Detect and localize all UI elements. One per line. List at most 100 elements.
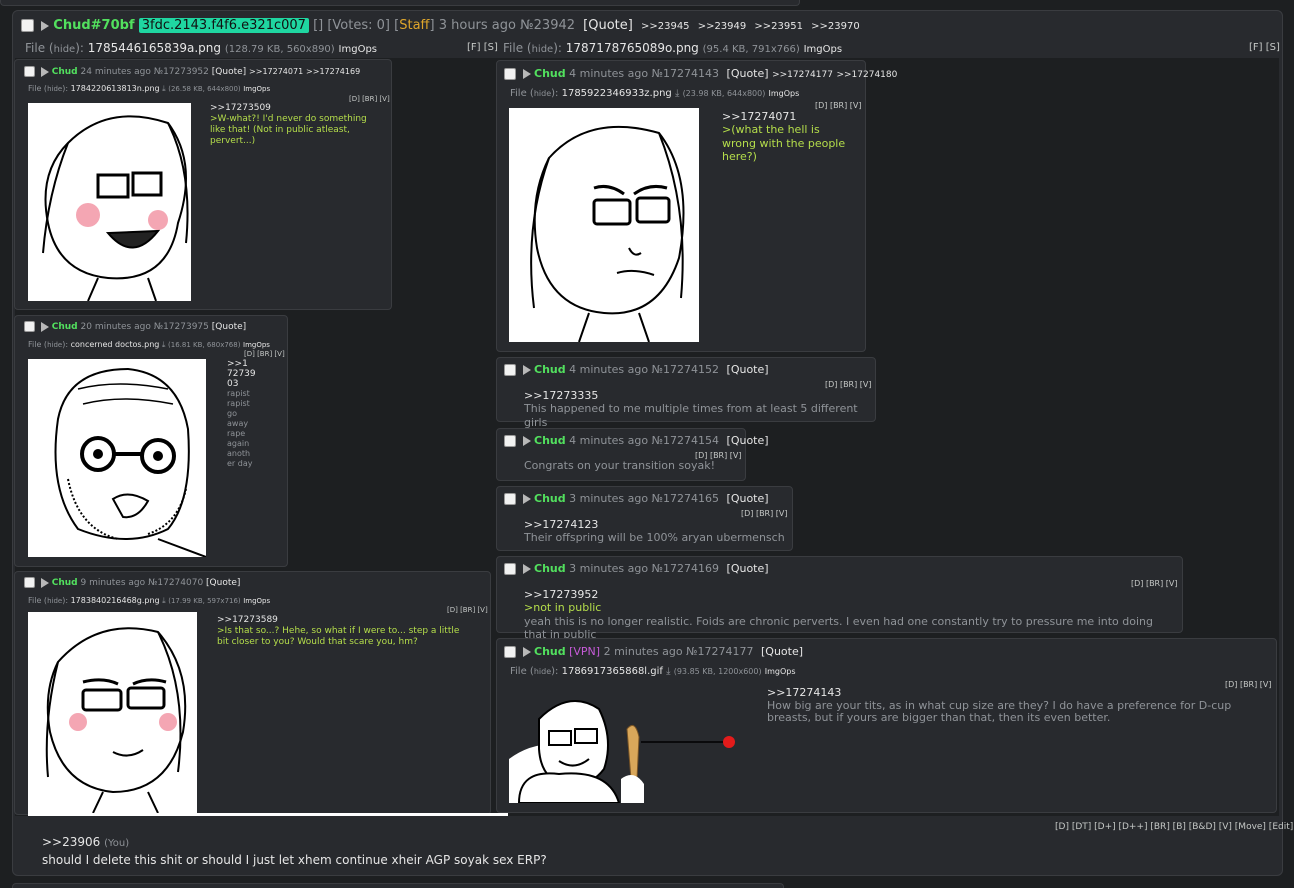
post-controls[interactable]: [D] [BR] [V]	[741, 509, 788, 518]
post-number[interactable]: №17274152	[652, 363, 719, 376]
quote-link[interactable]: [Quote]	[761, 645, 803, 658]
post-number[interactable]: №17273952	[154, 67, 209, 77]
imgops-link[interactable]: ImgOps	[765, 667, 796, 676]
reply-ref-link[interactable]: >>17273952	[524, 588, 1174, 601]
expand-triangle-icon[interactable]	[522, 436, 531, 446]
poster-id-badge[interactable]: 3fdc.2143.f4f6.e321c007	[138, 18, 309, 33]
file-name-link[interactable]: 1785922346933z.png	[562, 88, 672, 99]
reply-ref-link[interactable]: >>23906	[42, 835, 100, 849]
file-name-link[interactable]: 1786917365868l.gif	[562, 666, 663, 677]
download-icon[interactable]: ⤓	[162, 340, 166, 349]
hide-link[interactable]: hide	[532, 44, 554, 55]
download-icon[interactable]: ⤓	[162, 596, 166, 605]
reply-ref-line[interactable]: >>1	[227, 359, 267, 369]
file-controls[interactable]: [F] [S]	[1249, 42, 1280, 53]
reply-link[interactable]: >>23951	[754, 21, 803, 32]
votes-label[interactable]: [] [Votes: 0]	[313, 18, 390, 33]
reply-ref-link[interactable]: >>17273589	[217, 615, 472, 626]
download-icon[interactable]: ⤓	[162, 84, 166, 93]
post-checkbox[interactable]	[504, 646, 516, 658]
hide-link[interactable]: hide	[47, 341, 62, 349]
post-number[interactable]: №23942	[520, 18, 575, 33]
post-checkbox[interactable]	[504, 435, 516, 447]
quote-link[interactable]: [Quote]	[727, 562, 769, 575]
quote-link[interactable]: [Quote]	[206, 578, 240, 588]
post-checkbox[interactable]	[504, 563, 516, 575]
post-image[interactable]	[509, 108, 699, 342]
post-controls[interactable]: [D] [BR] [V]	[1131, 579, 1178, 588]
post-number[interactable]: №17274070	[148, 578, 203, 588]
reply-ref-link[interactable]: >>17273335	[524, 389, 869, 402]
reply-link[interactable]: >>23970	[811, 21, 860, 32]
post-number[interactable]: №17274177	[686, 645, 753, 658]
imgops-link[interactable]: ImgOps	[243, 85, 270, 93]
expand-triangle-icon[interactable]	[40, 66, 49, 77]
file-name-link[interactable]: 1783840216468g.png	[71, 596, 160, 605]
quote-link[interactable]: [Quote]	[727, 67, 769, 80]
expand-triangle-icon[interactable]	[522, 494, 531, 504]
reply-ref-link[interactable]: >>17274143	[767, 686, 1237, 700]
file-name-link[interactable]: 1784220613813n.png	[71, 84, 160, 93]
reply-link[interactable]: >>23949	[698, 21, 747, 32]
reply-link[interactable]: >>17274180	[836, 70, 897, 80]
expand-triangle-icon[interactable]	[522, 564, 531, 574]
download-icon[interactable]: ⤓	[675, 88, 679, 99]
expand-triangle-icon[interactable]	[40, 577, 49, 588]
thread-controls[interactable]: [D] [DT] [D+] [D++] [BR] [B] [B&D] [V] […	[1055, 822, 1293, 832]
post-number[interactable]: №17274169	[652, 562, 719, 575]
post-checkbox[interactable]	[504, 68, 516, 80]
post-number[interactable]: №17273975	[154, 322, 209, 332]
file-name-link[interactable]: 1787178765089o.png	[566, 41, 699, 55]
imgops-link[interactable]: ImgOps	[804, 44, 842, 55]
file-name-link[interactable]: 1785446165839a.png	[88, 41, 221, 55]
quote-link[interactable]: [Quote]	[583, 18, 633, 33]
file-controls[interactable]: [F] [S]	[467, 42, 498, 53]
post-controls[interactable]: [D] [BR] [V]	[825, 380, 872, 389]
quote-link[interactable]: [Quote]	[727, 434, 769, 447]
reply-link[interactable]: >>17274169	[306, 67, 360, 76]
quote-link[interactable]: [Quote]	[212, 322, 246, 332]
post-checkbox[interactable]	[504, 364, 516, 376]
post-controls[interactable]: [D] [BR] [V]	[815, 101, 862, 110]
hide-link[interactable]: hide	[54, 44, 76, 55]
expand-triangle-icon[interactable]	[40, 321, 49, 332]
post-number[interactable]: №17274143	[652, 67, 719, 80]
post-image[interactable]	[28, 103, 191, 301]
post-checkbox[interactable]	[24, 577, 35, 588]
post-checkbox[interactable]	[24, 321, 35, 332]
reply-ref-line[interactable]: 03	[227, 379, 267, 389]
imgops-link[interactable]: ImgOps	[339, 44, 377, 55]
download-icon[interactable]: ⤓	[666, 666, 670, 677]
reply-ref-link[interactable]: >>17273509	[210, 103, 370, 114]
hide-link[interactable]: hide	[534, 667, 551, 676]
hide-link[interactable]: hide	[47, 597, 62, 605]
post-checkbox[interactable]	[504, 493, 516, 505]
post-controls[interactable]: [D] [BR] [V]	[447, 606, 488, 614]
post-controls[interactable]: [D] [BR] [V]	[349, 95, 390, 103]
imgops-link[interactable]: ImgOps	[243, 597, 270, 605]
expand-triangle-icon[interactable]	[522, 365, 531, 375]
post-number[interactable]: №17274165	[652, 492, 719, 505]
expand-triangle-icon[interactable]	[522, 69, 531, 79]
expand-triangle-icon[interactable]	[522, 647, 531, 657]
post-controls[interactable]: [D] [BR] [V]	[244, 350, 285, 358]
post-image[interactable]	[28, 359, 206, 557]
expand-triangle-icon[interactable]	[41, 20, 50, 31]
post-image[interactable]	[509, 689, 739, 803]
reply-ref-line[interactable]: 72739	[227, 369, 267, 379]
quote-link[interactable]: [Quote]	[212, 67, 246, 77]
imgops-link[interactable]: ImgOps	[769, 89, 800, 98]
quote-link[interactable]: [Quote]	[727, 492, 769, 505]
reply-ref-link[interactable]: >>17274123	[524, 518, 786, 531]
reply-link[interactable]: >>17274177	[772, 70, 833, 80]
reply-ref-link[interactable]: >>17274071	[722, 110, 852, 123]
file-name-link[interactable]: concerned doctos.png	[71, 340, 160, 349]
post-checkbox[interactable]	[24, 66, 35, 77]
imgops-link[interactable]: ImgOps	[243, 341, 270, 349]
quote-link[interactable]: [Quote]	[727, 363, 769, 376]
reply-link[interactable]: >>23945	[641, 21, 690, 32]
reply-link[interactable]: >>17274071	[249, 67, 303, 76]
hide-link[interactable]: hide	[47, 85, 62, 93]
thread-checkbox[interactable]	[21, 19, 34, 32]
hide-link[interactable]: hide	[534, 89, 551, 98]
